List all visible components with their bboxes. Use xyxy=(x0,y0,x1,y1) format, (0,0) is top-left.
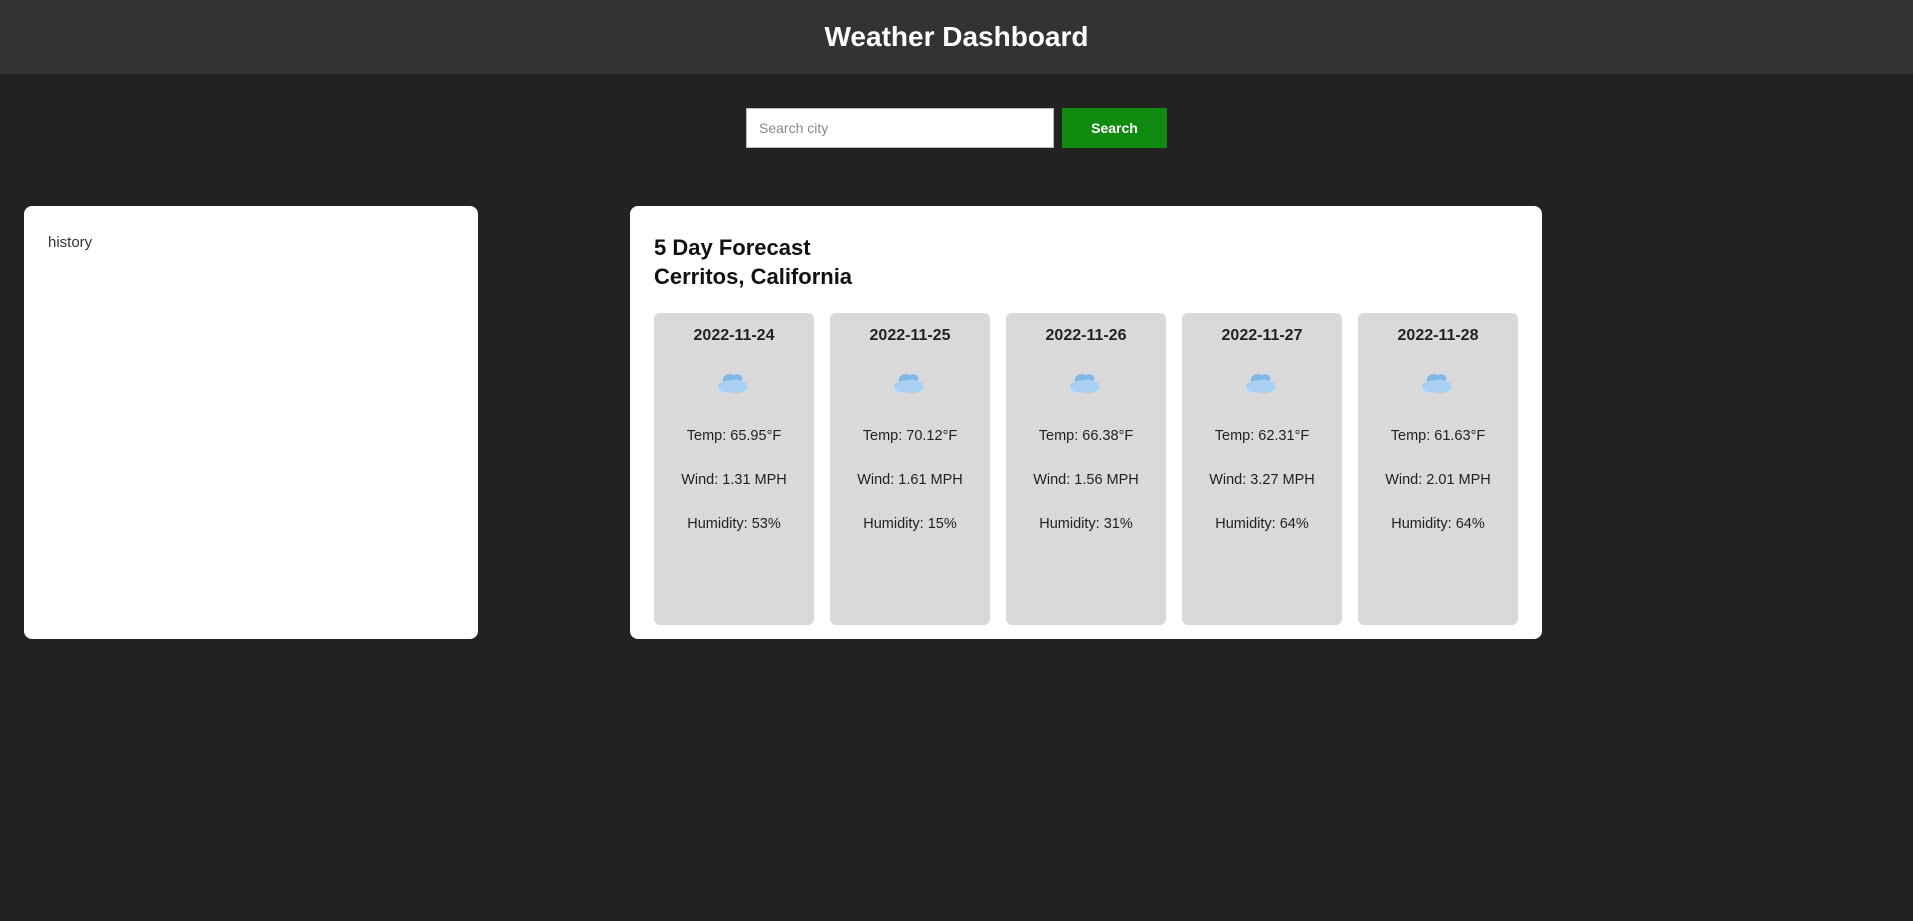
forecast-humidity: Humidity: 15% xyxy=(838,516,982,532)
forecast-card: 2022-11-26 Temp: 66.38°F Wind: 1.56 MPH … xyxy=(1006,313,1166,625)
forecast-date: 2022-11-28 xyxy=(1366,327,1510,345)
forecast-card: 2022-11-25 Temp: 70.12°F Wind: 1.61 MPH … xyxy=(830,313,990,625)
forecast-wind: Wind: 1.31 MPH xyxy=(662,472,806,488)
search-row: Search xyxy=(0,108,1913,148)
forecast-location: Cerritos, California xyxy=(654,263,1518,292)
main-content: history 5 Day Forecast Cerritos, Califor… xyxy=(0,206,1913,639)
forecast-card: 2022-11-24 Temp: 65.95°F Wind: 1.31 MPH … xyxy=(654,313,814,625)
forecast-wind: Wind: 1.56 MPH xyxy=(1014,472,1158,488)
forecast-humidity: Humidity: 64% xyxy=(1366,516,1510,532)
forecast-wind: Wind: 2.01 MPH xyxy=(1366,472,1510,488)
forecast-cards: 2022-11-24 Temp: 65.95°F Wind: 1.31 MPH … xyxy=(654,313,1518,625)
history-title: history xyxy=(48,234,454,251)
forecast-heading: 5 Day Forecast xyxy=(654,234,1518,263)
forecast-temp: Temp: 65.95°F xyxy=(662,428,806,444)
forecast-card: 2022-11-27 Temp: 62.31°F Wind: 3.27 MPH … xyxy=(1182,313,1342,625)
forecast-temp: Temp: 66.38°F xyxy=(1014,428,1158,444)
forecast-date: 2022-11-24 xyxy=(662,327,806,345)
forecast-humidity: Humidity: 53% xyxy=(662,516,806,532)
forecast-date: 2022-11-25 xyxy=(838,327,982,345)
history-panel: history xyxy=(24,206,478,639)
forecast-humidity: Humidity: 31% xyxy=(1014,516,1158,532)
cloud-icon xyxy=(838,369,982,400)
cloud-icon xyxy=(1190,369,1334,400)
search-button[interactable]: Search xyxy=(1062,108,1167,148)
forecast-date: 2022-11-27 xyxy=(1190,327,1334,345)
forecast-wind: Wind: 1.61 MPH xyxy=(838,472,982,488)
page-header: Weather Dashboard xyxy=(0,0,1913,74)
cloud-icon xyxy=(1366,369,1510,400)
forecast-humidity: Humidity: 64% xyxy=(1190,516,1334,532)
forecast-temp: Temp: 61.63°F xyxy=(1366,428,1510,444)
forecast-temp: Temp: 70.12°F xyxy=(838,428,982,444)
page-title: Weather Dashboard xyxy=(825,21,1089,53)
forecast-wind: Wind: 3.27 MPH xyxy=(1190,472,1334,488)
cloud-icon xyxy=(662,369,806,400)
forecast-temp: Temp: 62.31°F xyxy=(1190,428,1334,444)
search-input[interactable] xyxy=(746,108,1054,148)
forecast-date: 2022-11-26 xyxy=(1014,327,1158,345)
cloud-icon xyxy=(1014,369,1158,400)
forecast-panel: 5 Day Forecast Cerritos, California 2022… xyxy=(630,206,1542,639)
forecast-card: 2022-11-28 Temp: 61.63°F Wind: 2.01 MPH … xyxy=(1358,313,1518,625)
